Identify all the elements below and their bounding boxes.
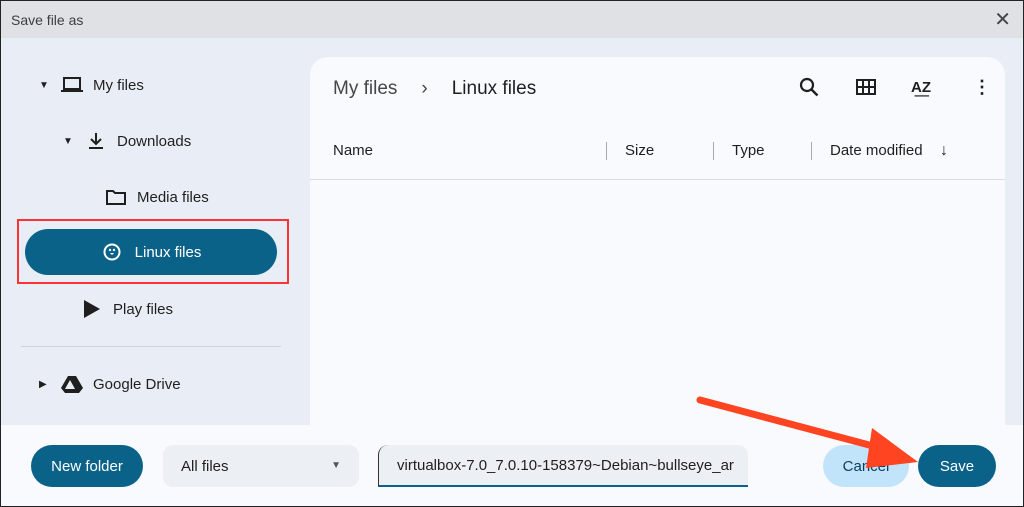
sidebar-item-play-files[interactable]: Play files [81,299,173,319]
more-options-icon[interactable]: ⋮ [973,77,991,98]
column-date-modified[interactable]: Date modified [830,142,923,159]
dialog-title: Save file as [11,12,84,28]
column-separator[interactable] [811,142,812,160]
sort-az-icon[interactable]: A͟Z [911,79,931,96]
column-name[interactable]: Name [333,142,373,159]
drive-icon [61,374,83,394]
breadcrumb-item[interactable]: My files [333,78,397,100]
new-folder-button[interactable]: New folder [31,445,143,487]
column-separator[interactable] [713,142,714,160]
cancel-button[interactable]: Cancel [823,445,909,487]
sidebar-item-label: Media files [137,188,209,206]
folder-icon [105,187,127,207]
expand-caret-icon[interactable]: ▼ [39,80,51,91]
sidebar-item-linux-files[interactable]: Linux files [25,229,277,275]
sidebar-item-my-files[interactable]: ▼ My files [39,75,144,95]
column-header: Name Size Type Date modified ↓ [310,142,1005,180]
sidebar-item-label: Downloads [117,132,192,150]
sidebar-item-downloads[interactable]: ▼ Downloads [63,131,191,151]
file-list-panel: My files › Linux files A͟Z ⋮ Name Size T… [310,57,1005,425]
sidebar-divider [21,346,281,347]
sidebar-item-label: Linux files [134,243,202,261]
file-type-select[interactable]: All files ▼ [163,445,359,487]
breadcrumb: My files › Linux files [333,78,536,100]
title-bar: Save file as ✕ [0,0,1024,38]
footer: New folder All files ▼ virtualbox-7.0_7.… [0,425,1024,507]
sidebar-item-label: Google Drive [93,375,181,393]
breadcrumb-current: Linux files [451,78,537,99]
play-icon [81,299,103,319]
column-size[interactable]: Size [625,142,654,159]
column-separator[interactable] [606,142,607,160]
save-button[interactable]: Save [918,445,996,487]
download-icon [85,131,107,151]
dropdown-arrow-icon: ▼ [331,460,341,471]
expand-caret-icon[interactable]: ▶ [39,379,51,390]
file-type-value: All files [181,458,229,475]
sidebar-item-media-files[interactable]: Media files [105,187,209,207]
chevron-right-icon: › [421,78,428,99]
dialog-body: ▼ My files ▼ Downloads Media files Linux… [0,38,1024,425]
expand-caret-icon[interactable]: ▼ [63,136,75,147]
close-icon[interactable]: ✕ [994,7,1011,32]
search-icon[interactable] [799,77,819,102]
laptop-icon [61,75,83,95]
sidebar-item-google-drive[interactable]: ▶ Google Drive [39,374,181,394]
column-type[interactable]: Type [732,142,765,159]
sidebar-item-label: My files [93,76,144,94]
penguin-icon [101,242,123,262]
grid-view-icon[interactable] [856,77,876,102]
filename-input[interactable]: virtualbox-7.0_7.0.10-158379~Debian~bull… [378,445,748,487]
arrow-down-icon[interactable]: ↓ [940,142,948,160]
sidebar-item-label: Play files [113,300,174,318]
